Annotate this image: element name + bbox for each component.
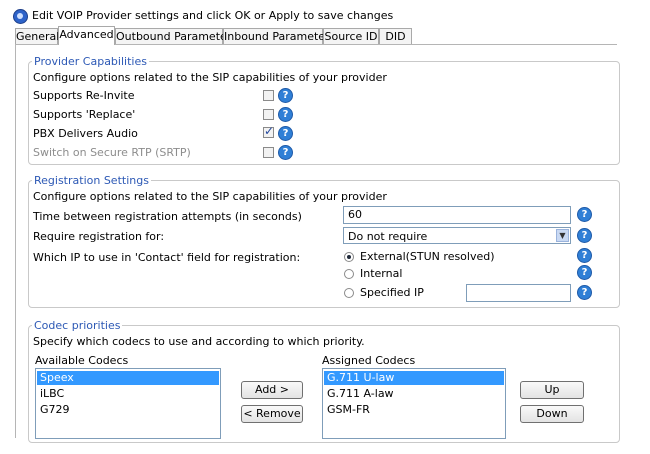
assigned-codecs-list[interactable]: G.711 U-law G.711 A-law GSM-FR — [322, 368, 506, 439]
supports-reinvite-label: Supports Re-Invite — [33, 89, 135, 102]
registration-settings-description: Configure options related to the SIP cap… — [33, 190, 387, 203]
help-icon[interactable]: ? — [577, 248, 592, 263]
supports-replace-checkbox[interactable] — [263, 109, 274, 120]
registration-settings-legend: Registration Settings — [32, 174, 151, 187]
remove-codec-button[interactable]: < Remove — [241, 405, 303, 423]
contact-ip-label: Which IP to use in 'Contact' field for r… — [33, 251, 301, 264]
codec-priorities-legend: Codec priorities — [32, 319, 123, 332]
list-item[interactable]: Speex — [37, 371, 219, 385]
chevron-down-icon[interactable]: ▼ — [556, 229, 569, 242]
list-item[interactable]: GSM-FR — [324, 403, 504, 417]
radio-specified-ip-label: Specified IP — [360, 286, 424, 299]
secure-rtp-checkbox[interactable] — [263, 147, 274, 158]
require-registration-label: Require registration for: — [33, 230, 165, 243]
list-item[interactable]: G.711 A-law — [324, 387, 504, 401]
available-codecs-label: Available Codecs — [35, 354, 129, 367]
tab-general[interactable]: General — [15, 28, 59, 44]
voip-provider-icon — [13, 9, 28, 24]
available-codecs-list[interactable]: Speex iLBC G729 — [35, 368, 221, 439]
tab-source-id[interactable]: Source ID — [323, 28, 379, 44]
tab-outbound-parameters[interactable]: Outbound Parameters — [115, 28, 237, 44]
tab-inbound-parameters[interactable]: Inbound Parameters — [223, 28, 335, 44]
help-icon[interactable]: ? — [278, 107, 293, 122]
provider-capabilities-legend: Provider Capabilities — [32, 55, 149, 68]
supports-reinvite-checkbox[interactable] — [263, 90, 274, 101]
radio-specified-ip[interactable] — [344, 288, 354, 298]
help-icon[interactable]: ? — [577, 228, 592, 243]
time-between-registration-label: Time between registration attempts (in s… — [33, 210, 302, 223]
require-registration-value: Do not require — [348, 230, 428, 243]
help-icon[interactable]: ? — [577, 265, 592, 280]
add-codec-button[interactable]: Add > — [241, 381, 303, 399]
list-item[interactable]: G.711 U-law — [324, 371, 504, 385]
pbx-delivers-audio-label: PBX Delivers Audio — [33, 127, 138, 140]
help-icon[interactable]: ? — [278, 126, 293, 141]
tab-advanced[interactable]: Advanced — [58, 26, 115, 45]
help-icon[interactable]: ? — [278, 88, 293, 103]
list-item[interactable]: G729 — [37, 403, 219, 417]
tab-did[interactable]: DID — [379, 28, 412, 44]
provider-capabilities-description: Configure options related to the SIP cap… — [33, 71, 387, 84]
codec-priorities-description: Specify which codecs to use and accordin… — [33, 335, 365, 348]
move-down-button[interactable]: Down — [520, 405, 584, 423]
radio-internal[interactable] — [344, 269, 354, 279]
radio-external-stun[interactable] — [344, 252, 354, 262]
require-registration-select[interactable]: Do not require ▼ — [343, 227, 571, 244]
radio-internal-label: Internal — [360, 267, 403, 280]
time-between-registration-input[interactable]: 60 — [343, 206, 571, 224]
dialog-instruction: Edit VOIP Provider settings and click OK… — [32, 9, 394, 22]
supports-replace-label: Supports 'Replace' — [33, 108, 136, 121]
help-icon[interactable]: ? — [577, 207, 592, 222]
list-item[interactable]: iLBC — [37, 387, 219, 401]
pbx-delivers-audio-checkbox[interactable] — [263, 124, 274, 138]
specified-ip-input[interactable] — [466, 284, 571, 302]
help-icon[interactable]: ? — [278, 145, 293, 160]
radio-external-stun-label: External(STUN resolved) — [360, 250, 495, 263]
secure-rtp-label: Switch on Secure RTP (SRTP) — [33, 146, 191, 159]
move-up-button[interactable]: Up — [520, 381, 584, 399]
help-icon[interactable]: ? — [577, 285, 592, 300]
assigned-codecs-label: Assigned Codecs — [322, 354, 416, 367]
